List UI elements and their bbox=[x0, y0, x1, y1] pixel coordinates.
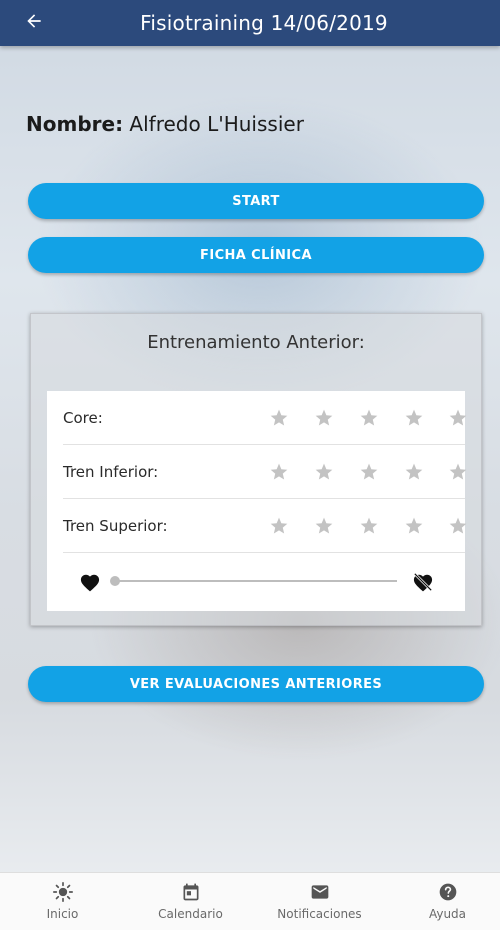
star-icon[interactable] bbox=[269, 462, 289, 482]
rating-row-tren-superior: Tren Superior: bbox=[63, 499, 467, 553]
ver-evaluaciones-button[interactable]: VER EVALUACIONES ANTERIORES bbox=[28, 666, 484, 702]
star-rating bbox=[253, 391, 467, 445]
slider-track[interactable] bbox=[115, 580, 397, 582]
star-rating bbox=[253, 445, 467, 499]
heart-broken-icon[interactable] bbox=[412, 572, 434, 592]
previous-training-card: Entrenamiento Anterior: Core: Tren Infer… bbox=[30, 313, 482, 626]
heart-icon[interactable] bbox=[79, 572, 101, 592]
star-icon[interactable] bbox=[359, 516, 379, 536]
rating-label: Core: bbox=[63, 408, 103, 427]
tab-ayuda[interactable]: Ayuda bbox=[385, 873, 500, 930]
star-icon[interactable] bbox=[359, 462, 379, 482]
feeling-slider bbox=[47, 554, 465, 611]
tab-inicio[interactable]: Inicio bbox=[0, 873, 125, 930]
star-icon[interactable] bbox=[404, 462, 424, 482]
star-icon[interactable] bbox=[314, 462, 334, 482]
star-icon[interactable] bbox=[448, 408, 468, 428]
star-icon[interactable] bbox=[448, 462, 468, 482]
page-title: Fisiotraining 14/06/2019 bbox=[140, 11, 388, 35]
tab-label: Calendario bbox=[158, 907, 223, 921]
rating-label: Tren Superior: bbox=[63, 516, 168, 535]
tab-label: Notificaciones bbox=[277, 907, 362, 921]
patient-name-value: Alfredo L'Huissier bbox=[129, 112, 304, 136]
tab-label: Inicio bbox=[46, 907, 79, 921]
app-header: Fisiotraining 14/06/2019 bbox=[0, 0, 500, 46]
mail-icon bbox=[311, 885, 328, 899]
rating-row-core: Core: bbox=[63, 391, 467, 445]
star-icon[interactable] bbox=[269, 516, 289, 536]
slider-knob[interactable] bbox=[110, 576, 120, 586]
star-icon[interactable] bbox=[314, 516, 334, 536]
arrow-left-icon bbox=[27, 14, 41, 28]
patient-name: Nombre: Alfredo L'Huissier bbox=[26, 112, 304, 136]
rating-row-tren-inferior: Tren Inferior: bbox=[63, 445, 467, 499]
patient-name-label: Nombre: bbox=[26, 112, 124, 136]
ficha-clinica-button[interactable]: FICHA CLÍNICA bbox=[28, 237, 484, 273]
star-icon[interactable] bbox=[448, 516, 468, 536]
tab-notificaciones[interactable]: Notificaciones bbox=[257, 873, 382, 930]
star-rating bbox=[253, 499, 467, 553]
star-icon[interactable] bbox=[359, 408, 379, 428]
ratings-panel: Core: Tren Inferior: Tren Superior: bbox=[47, 391, 467, 611]
calendar-icon bbox=[183, 883, 198, 901]
tab-label: Ayuda bbox=[428, 907, 467, 921]
start-button[interactable]: START bbox=[28, 183, 484, 219]
bottom-tab-bar: Inicio Calendario Notificaciones Ayuda bbox=[0, 872, 500, 930]
tab-calendario[interactable]: Calendario bbox=[128, 873, 253, 930]
star-icon[interactable] bbox=[314, 408, 334, 428]
star-icon[interactable] bbox=[404, 516, 424, 536]
sun-icon bbox=[52, 882, 73, 902]
back-button[interactable] bbox=[22, 9, 46, 33]
rating-label: Tren Inferior: bbox=[63, 462, 159, 481]
help-icon bbox=[439, 883, 456, 901]
star-icon[interactable] bbox=[404, 408, 424, 428]
previous-training-title: Entrenamiento Anterior: bbox=[147, 332, 365, 353]
star-icon[interactable] bbox=[269, 408, 289, 428]
